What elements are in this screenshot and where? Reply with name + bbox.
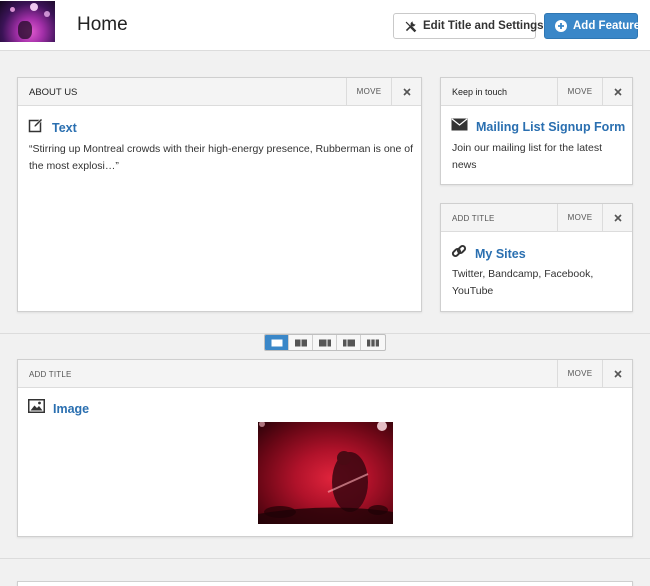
edit-title-settings-label: Edit Title and Settings xyxy=(423,20,544,32)
close-icon xyxy=(613,83,622,101)
feature-description: Twitter, Bandcamp, Facebook, YouTube xyxy=(452,268,594,297)
add-feature-button[interactable]: Add Feature xyxy=(544,13,641,39)
layout-selector xyxy=(264,334,386,351)
close-icon xyxy=(402,83,411,101)
keep-in-touch-panel: Keep in touch MOVE Mailing List Signup F… xyxy=(440,77,633,185)
close-button[interactable] xyxy=(391,78,421,105)
close-button[interactable] xyxy=(602,360,632,387)
close-icon xyxy=(613,209,622,227)
image-icon xyxy=(28,399,45,418)
top-bar: Home Edit Title and Settings Add Feature xyxy=(0,0,650,51)
move-button[interactable]: MOVE xyxy=(557,360,602,387)
section-divider xyxy=(0,558,650,559)
panel-title[interactable]: ADD TITLE xyxy=(452,214,495,223)
layout-two-column-wide-left[interactable] xyxy=(313,335,337,350)
feature-link-text[interactable]: Mailing List Signup Form xyxy=(476,120,625,134)
feature-description: “Stirring up Montreal crowds with their … xyxy=(29,143,414,172)
page-thumbnail[interactable] xyxy=(0,1,55,42)
layout-two-column[interactable] xyxy=(289,335,313,350)
edit-icon xyxy=(28,117,44,138)
feature-description: Join our mailing list for the latest new… xyxy=(452,142,602,171)
concert-photo[interactable] xyxy=(258,422,393,524)
feature-heading: Mailing List Signup Form xyxy=(451,118,625,136)
feature-heading: Image xyxy=(28,399,89,418)
feature-link-text[interactable]: My Sites xyxy=(475,247,526,261)
about-us-panel: ABOUT US MOVE Text “Stirring up Montreal… xyxy=(17,77,422,312)
panel-title[interactable]: ADD TITLE xyxy=(29,370,72,379)
panel-header: ABOUT US MOVE xyxy=(18,78,421,106)
page-title: Home xyxy=(77,14,128,35)
edit-title-settings-button[interactable]: Edit Title and Settings xyxy=(393,13,544,39)
close-button[interactable] xyxy=(602,204,632,231)
move-button[interactable]: MOVE xyxy=(557,204,602,231)
panel-title[interactable]: ABOUT US xyxy=(29,87,77,98)
layout-one-column[interactable] xyxy=(265,335,289,350)
close-icon xyxy=(613,365,622,383)
feature-heading: Text xyxy=(28,117,77,138)
envelope-icon xyxy=(451,118,468,136)
add-feature-label: Add Feature xyxy=(573,20,641,32)
link-icon xyxy=(451,243,467,264)
plus-circle-icon xyxy=(555,20,567,32)
move-button[interactable]: MOVE xyxy=(557,78,602,105)
panel-header: ADD TITLE MOVE xyxy=(18,360,632,388)
layout-two-column-wide-right[interactable] xyxy=(337,335,361,350)
close-button[interactable] xyxy=(602,78,632,105)
feature-heading: My Sites xyxy=(451,243,526,264)
move-button[interactable]: MOVE xyxy=(346,78,391,105)
layout-three-column[interactable] xyxy=(361,335,385,350)
panel-header: ADD TITLE MOVE xyxy=(441,204,632,232)
tools-icon xyxy=(404,20,417,33)
next-panel-edge xyxy=(17,581,633,586)
panel-header: Keep in touch MOVE xyxy=(441,78,632,106)
feature-link-text[interactable]: Text xyxy=(52,121,77,135)
panel-title[interactable]: Keep in touch xyxy=(452,87,507,97)
feature-link-text[interactable]: Image xyxy=(53,402,89,416)
my-sites-panel: ADD TITLE MOVE My Sites Twitter, Bandcam… xyxy=(440,203,633,312)
